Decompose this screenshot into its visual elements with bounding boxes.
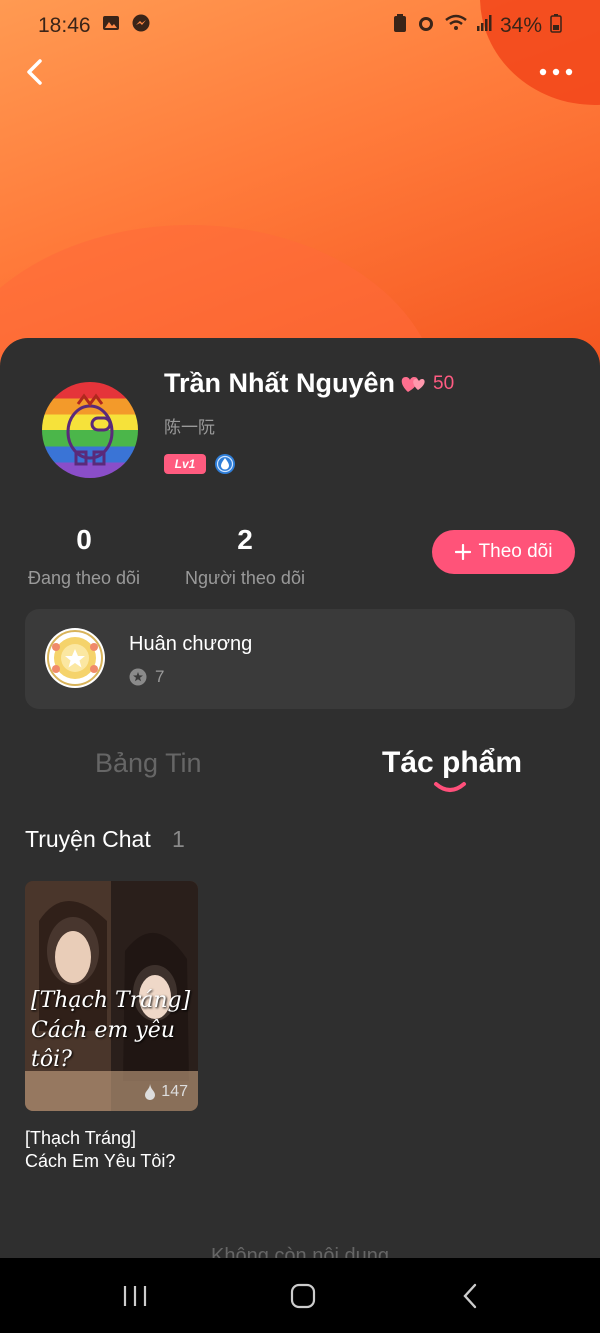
level-badge: Lv1 [164,454,206,474]
profile-name: Trần Nhất Nguyên [164,368,396,398]
follow-button[interactable]: Theo dõi [432,530,575,574]
story-title-line-2: Cách Em Yêu Tôi? [25,1151,176,1172]
avatar-character-icon [66,393,114,466]
battery-percent: 34% [499,14,542,37]
wifi-icon [444,13,468,39]
stat-followers[interactable]: 2 Người theo dõi [180,524,310,589]
status-left: 18:46 [38,13,151,39]
tab-feed[interactable]: Bảng Tin [95,748,202,779]
battery-saver-icon [392,13,408,39]
story-view-count: 147 [161,1083,188,1100]
stat-following[interactable]: 0 Đang theo dõi [22,524,146,589]
followers-label: Người theo dõi [185,568,305,588]
heart-icon [398,370,428,401]
section-title: Truyện Chat [25,826,151,852]
chevron-left-icon [27,59,42,85]
home-icon [290,1283,316,1309]
end-of-content-label: Không còn nội dung [211,1245,389,1258]
gallery-icon [101,13,121,39]
recent-apps-button[interactable] [105,1278,165,1314]
recent-apps-icon [123,1286,147,1306]
following-count: 0 [76,524,92,555]
active-tab-indicator [434,782,466,792]
flame-icon [145,1084,156,1100]
battery-icon [550,13,562,39]
profile-subname: 陈一阮 [164,418,215,438]
story-cover-title: [Thạch Tráng] Cách em yêu tôi? [31,988,191,1073]
water-drop-badge-icon [214,453,236,480]
medal-title: Huân chương [129,633,253,655]
story-title[interactable]: [Thạch Tráng] Cách Em Yêu Tôi? [25,1127,225,1174]
plus-icon [454,544,471,560]
more-dots-icon [539,68,573,76]
medal-count: 7 [155,667,165,686]
story-views: 147 [143,1083,188,1101]
star-badge-icon [129,668,147,686]
end-of-content-text: Không còn nội dung [0,1233,600,1258]
medal-icon [44,627,106,689]
messenger-icon [131,13,151,39]
avatar[interactable] [42,382,138,478]
medal-card[interactable]: Huân chương 7 [25,609,575,709]
follow-button-label: Theo dõi [478,541,553,562]
more-options-button[interactable] [536,54,576,90]
back-arrow-icon [463,1283,477,1309]
followers-count: 2 [237,524,253,555]
story-title-line-1: [Thạch Tráng] [25,1128,137,1148]
section-count: 1 [172,826,185,852]
status-time: 18:46 [38,14,91,37]
profile-panel: Trần Nhất Nguyên 50 陈一阮 Lv1 0 Đang theo … [0,338,600,1258]
signal-icon [476,13,492,39]
following-label: Đang theo dõi [27,568,141,588]
story-cover[interactable]: [Thạch Tráng] Cách em yêu tôi? 147 [25,881,198,1111]
status-right: 34% [392,13,562,39]
home-button[interactable] [273,1278,333,1314]
back-button[interactable] [20,54,50,90]
status-bar: 18:46 34% [0,0,600,52]
top-nav [0,48,600,96]
medal-count-row: 7 [129,667,164,687]
heart-count: 50 [433,373,455,394]
system-nav-bar [0,1258,600,1333]
tab-works[interactable]: Tác phẩm [382,746,522,780]
system-back-button[interactable] [441,1278,501,1314]
alarm-icon [416,13,436,39]
